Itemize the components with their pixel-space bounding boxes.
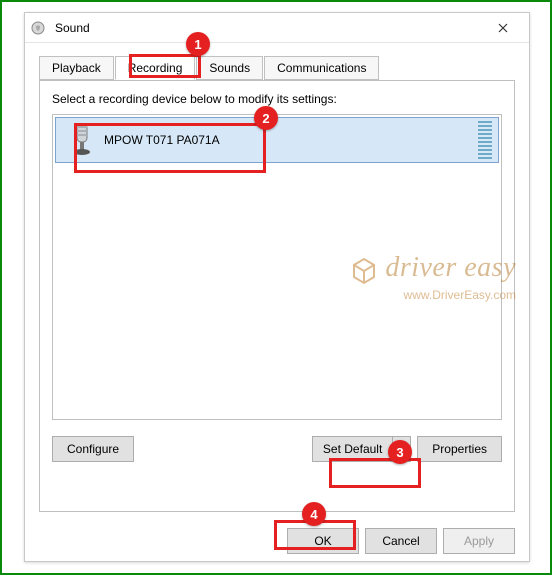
configure-button[interactable]: Configure	[52, 436, 134, 462]
tab-sounds[interactable]: Sounds	[196, 56, 263, 80]
window-title: Sound	[55, 21, 483, 35]
properties-button[interactable]: Properties	[417, 436, 502, 462]
sound-dialog: Sound Playback Recording Sounds Communic…	[24, 12, 530, 562]
microphone-icon	[60, 120, 104, 160]
set-default-button[interactable]: Set Default	[312, 436, 393, 462]
cancel-button[interactable]: Cancel	[365, 528, 437, 554]
recording-panel: Select a recording device below to modif…	[39, 80, 515, 512]
annotation-badge-2: 2	[254, 106, 278, 130]
device-name: MPOW T071 PA071A	[104, 133, 478, 147]
tab-playback[interactable]: Playback	[39, 56, 114, 80]
panel-button-row: Configure Set Default ▼ Properties	[52, 436, 502, 462]
tab-recording[interactable]: Recording	[115, 56, 196, 80]
ok-button[interactable]: OK	[287, 528, 359, 554]
dialog-button-row: OK Cancel Apply	[25, 522, 529, 564]
device-item[interactable]: MPOW T071 PA071A	[55, 117, 499, 163]
sound-icon	[31, 20, 47, 36]
tab-strip: Playback Recording Sounds Communications	[39, 56, 515, 81]
titlebar: Sound	[25, 13, 529, 43]
panel-instruction: Select a recording device below to modif…	[52, 92, 502, 106]
annotation-badge-3: 3	[388, 440, 412, 464]
tab-communications[interactable]: Communications	[264, 56, 379, 80]
close-button[interactable]	[483, 14, 523, 42]
level-meter	[478, 121, 492, 159]
annotation-badge-4: 4	[302, 502, 326, 526]
device-list[interactable]: MPOW T071 PA071A	[52, 114, 502, 420]
annotation-badge-1: 1	[186, 32, 210, 56]
apply-button[interactable]: Apply	[443, 528, 515, 554]
